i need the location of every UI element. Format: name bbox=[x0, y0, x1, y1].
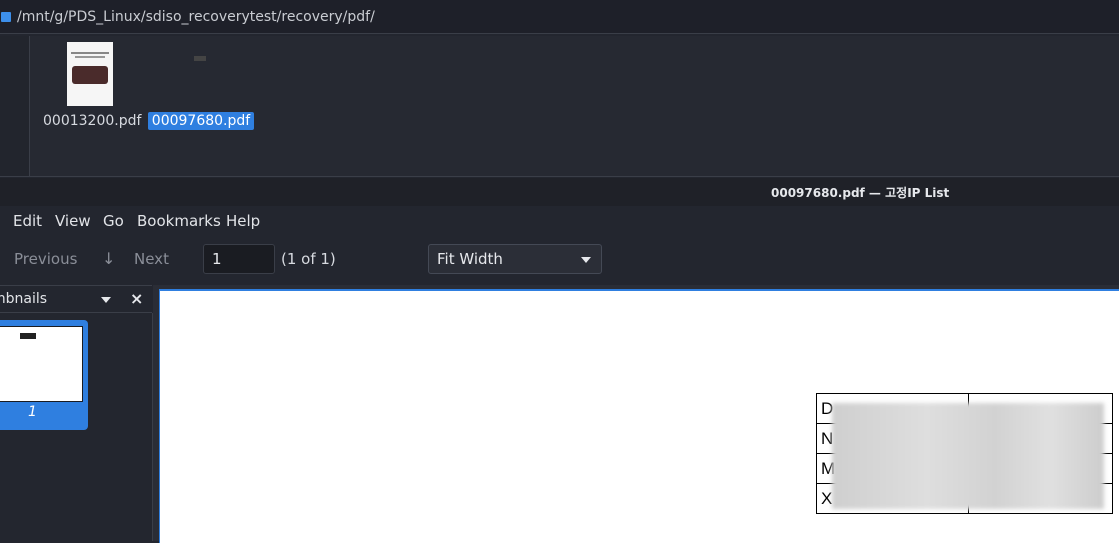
menu-bookmarks[interactable]: Bookmarks bbox=[137, 212, 221, 230]
page-number-input[interactable] bbox=[203, 244, 275, 274]
file-name: 00013200.pdf bbox=[43, 113, 142, 129]
thumbnail-item[interactable]: 1 bbox=[0, 320, 88, 430]
path-bar[interactable]: /mnt/g/PDS_Linux/sdiso_recoverytest/reco… bbox=[0, 0, 1119, 34]
next-button[interactable]: Next bbox=[134, 250, 169, 268]
page-count: (1 of 1) bbox=[281, 250, 336, 268]
file-item[interactable]: 00013200.pdf bbox=[40, 42, 142, 130]
file-item-selected[interactable]: 00097680.pdf bbox=[148, 42, 254, 130]
file-view[interactable]: 00013200.pdf 00097680.pdf bbox=[0, 36, 1119, 177]
pdf-thumbnail-icon bbox=[67, 42, 113, 106]
folder-icon bbox=[1, 11, 11, 22]
chevron-down-icon bbox=[581, 257, 591, 263]
pdf-page: D N M X bbox=[159, 289, 1119, 543]
close-icon[interactable]: × bbox=[130, 289, 143, 308]
zoom-value: Fit Width bbox=[437, 250, 503, 268]
pdf-thumbnail-icon bbox=[170, 42, 232, 106]
thumbnail-panel: 1 bbox=[0, 313, 153, 541]
menu-help[interactable]: Help bbox=[226, 212, 260, 230]
menu-view[interactable]: View bbox=[55, 212, 91, 230]
places-sidebar[interactable] bbox=[0, 36, 30, 176]
path-text: /mnt/g/PDS_Linux/sdiso_recoverytest/reco… bbox=[17, 8, 375, 25]
zoom-select[interactable]: Fit Width bbox=[428, 244, 602, 274]
arrow-down-icon: ↓ bbox=[102, 249, 116, 268]
menu-go[interactable]: Go bbox=[103, 212, 124, 230]
menu-edit[interactable]: Edit bbox=[13, 212, 42, 230]
sidebar-header: mbnails × bbox=[0, 285, 152, 313]
redacted-region bbox=[832, 403, 1104, 509]
window-titlebar[interactable]: 00097680.pdf — 고정IP List bbox=[0, 178, 1119, 206]
thumbnail-page-label: 1 bbox=[28, 404, 37, 420]
previous-button[interactable]: Previous bbox=[14, 250, 77, 268]
menu-bar: Edit View Go Bookmarks Help bbox=[0, 206, 1119, 236]
toolbar: Previous ↓ Next (1 of 1) Fit Width bbox=[0, 236, 1119, 284]
page-thumbnail bbox=[0, 326, 83, 402]
sidebar-dropdown-icon[interactable] bbox=[101, 297, 111, 303]
sidebar-title: mbnails bbox=[0, 291, 48, 307]
document-view[interactable]: D N M X bbox=[153, 285, 1119, 543]
file-name: 00097680.pdf bbox=[148, 112, 254, 130]
window-title: 00097680.pdf — 고정IP List bbox=[771, 186, 950, 200]
